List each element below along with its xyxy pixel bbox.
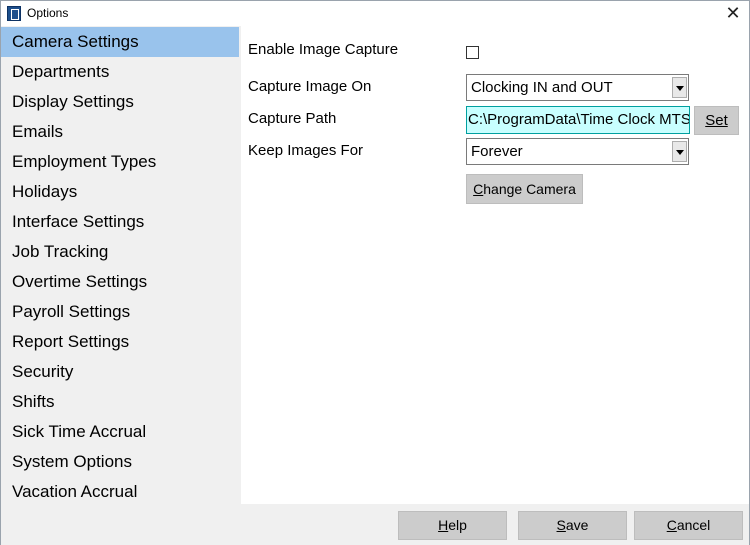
sidebar-item-system-options[interactable]: System Options — [1, 447, 239, 477]
camera-settings-panel: Enable Image Capture Capture Image On Cl… — [241, 26, 749, 504]
settings-sidebar: Camera Settings Departments Display Sett… — [1, 26, 241, 506]
options-window: Options ✕ Camera Settings Departments Di… — [0, 0, 750, 545]
sidebar-item-employment-types[interactable]: Employment Types — [1, 147, 239, 177]
sidebar-item-security[interactable]: Security — [1, 357, 239, 387]
dropdown-arrow-icon[interactable] — [672, 77, 687, 98]
sidebar-item-holidays[interactable]: Holidays — [1, 177, 239, 207]
window-title: Options — [27, 6, 69, 20]
help-button[interactable]: Help — [398, 511, 507, 540]
cancel-button[interactable]: Cancel — [634, 511, 743, 540]
capture-image-on-label: Capture Image On — [248, 78, 372, 95]
sidebar-item-interface-settings[interactable]: Interface Settings — [1, 207, 239, 237]
change-camera-button[interactable]: Change Camera — [466, 174, 583, 204]
save-button[interactable]: Save — [518, 511, 627, 540]
app-icon — [7, 6, 21, 21]
dropdown-arrow-icon[interactable] — [672, 141, 687, 162]
capture-image-on-value: Clocking IN and OUT — [471, 79, 613, 96]
enable-image-capture-label: Enable Image Capture — [248, 41, 399, 58]
capture-path-input[interactable]: C:\ProgramData\Time Clock MTS — [466, 106, 690, 134]
sidebar-item-camera-settings[interactable]: Camera Settings — [1, 27, 239, 57]
sidebar-item-overtime-settings[interactable]: Overtime Settings — [1, 267, 239, 297]
dialog-footer: Help Save Cancel — [1, 504, 749, 545]
keep-images-for-value: Forever — [471, 143, 523, 160]
sidebar-item-display-settings[interactable]: Display Settings — [1, 87, 239, 117]
enable-image-capture-checkbox[interactable] — [466, 46, 479, 59]
sidebar-item-shifts[interactable]: Shifts — [1, 387, 239, 417]
sidebar-item-sick-time-accrual[interactable]: Sick Time Accrual — [1, 417, 239, 447]
sidebar-item-payroll-settings[interactable]: Payroll Settings — [1, 297, 239, 327]
capture-path-label: Capture Path — [248, 110, 337, 127]
sidebar-item-vacation-accrual[interactable]: Vacation Accrual — [1, 477, 239, 507]
keep-images-for-label: Keep Images For — [248, 142, 364, 159]
close-icon[interactable]: ✕ — [723, 3, 743, 23]
sidebar-item-report-settings[interactable]: Report Settings — [1, 327, 239, 357]
sidebar-item-emails[interactable]: Emails — [1, 117, 239, 147]
set-path-button[interactable]: Set — [694, 106, 739, 135]
sidebar-item-departments[interactable]: Departments — [1, 57, 239, 87]
capture-image-on-dropdown[interactable]: Clocking IN and OUT — [466, 74, 689, 101]
title-bar: Options ✕ — [1, 1, 749, 26]
sidebar-item-job-tracking[interactable]: Job Tracking — [1, 237, 239, 267]
keep-images-for-dropdown[interactable]: Forever — [466, 138, 689, 165]
